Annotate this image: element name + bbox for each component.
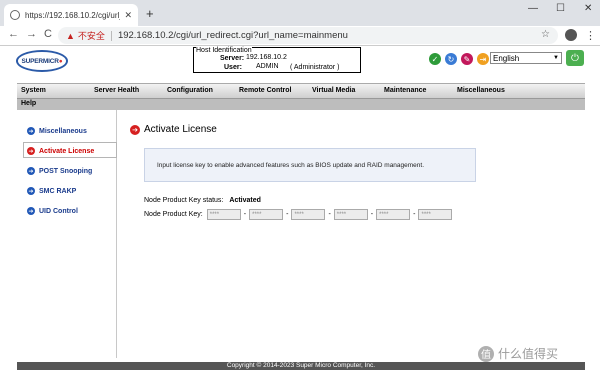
watermark-icon: 值 — [478, 345, 494, 362]
menu-miscellaneous[interactable]: Miscellaneous — [457, 87, 505, 94]
address-bar[interactable]: ▲ 不安全 192.168.10.2/cgi/url_redirect.cgi?… — [58, 27, 558, 44]
host-identification: Host Identification Server: 192.168.10.2… — [193, 47, 361, 73]
sub-menu: Help — [17, 99, 585, 110]
menu-help[interactable]: Help — [21, 100, 36, 107]
minimize-icon[interactable]: — — [528, 3, 538, 14]
insecure-label[interactable]: 不安全 — [78, 29, 105, 42]
user-value: ADMIN — [256, 63, 279, 70]
menu-system[interactable]: System — [21, 87, 46, 94]
copyright-text: Copyright © 2014-2023 Super Micro Comput… — [226, 362, 376, 369]
menu-remote-control[interactable]: Remote Control — [239, 87, 292, 94]
new-tab-button[interactable]: + — [146, 6, 154, 21]
key-status-row: Node Product Key status: Activated — [144, 197, 261, 204]
browser-toolbar: ← → C ▲ 不安全 192.168.10.2/cgi/url_redirec… — [0, 26, 600, 46]
arrow-icon: ➔ — [27, 127, 35, 135]
check-icon[interactable]: ✓ — [429, 53, 441, 65]
main-menu: System Server Health Configuration Remot… — [17, 83, 585, 99]
header-icons: ✓ ↻ ✎ ⇥ — [429, 53, 489, 65]
address-divider — [110, 30, 112, 41]
profile-avatar[interactable] — [565, 29, 577, 41]
arrow-icon: ➔ — [27, 167, 35, 175]
host-title: Host Identification — [196, 47, 252, 54]
watermark-text: 什么值得买 — [498, 347, 559, 361]
menu-maintenance[interactable]: Maintenance — [384, 87, 426, 94]
forward-icon[interactable]: → — [26, 28, 37, 40]
key-dash: - — [286, 211, 289, 218]
url-text[interactable]: 192.168.10.2/cgi/url_redirect.cgi?url_na… — [118, 30, 348, 41]
key-field-5[interactable]: **** — [376, 209, 411, 220]
globe-icon — [10, 10, 20, 20]
power-button[interactable]: ⏻ — [566, 50, 584, 66]
sidebar-item-post-snooping[interactable]: ➔ POST Snooping — [27, 167, 92, 175]
page-title-text: Activate License — [144, 124, 217, 135]
arrow-icon: ➔ — [130, 124, 140, 135]
back-icon[interactable]: ← — [8, 28, 19, 40]
menu-configuration[interactable]: Configuration — [167, 87, 213, 94]
key-dash: - — [413, 211, 416, 218]
sidebar-item-label: UID Control — [39, 207, 78, 215]
sidebar-item-activate-license[interactable]: ➔ Activate License — [27, 147, 94, 155]
page-title: ➔ Activate License — [130, 124, 217, 135]
sidebar-item-label: Miscellaneous — [39, 127, 87, 135]
key-dash: - — [370, 211, 374, 218]
logo-text: SUPERMICR — [21, 57, 59, 65]
status-value: Activated — [229, 197, 261, 204]
menu-server-health[interactable]: Server Health — [94, 87, 139, 94]
supermicro-logo: SUPERMICR ● — [16, 50, 68, 72]
bookmark-star-icon[interactable]: ☆ — [541, 29, 550, 40]
window-close-icon[interactable]: ✕ — [584, 3, 592, 14]
status-label: Node Product Key status: — [144, 197, 224, 204]
server-label: Server: — [220, 55, 245, 62]
key-field-4[interactable]: **** — [333, 209, 368, 220]
arrow-icon: ➔ — [27, 207, 35, 215]
sidebar-item-miscellaneous[interactable]: ➔ Miscellaneous — [27, 127, 87, 135]
user-role: ( Administrator ) — [290, 64, 340, 71]
arrow-icon: ➔ — [27, 147, 35, 155]
close-icon[interactable]: ✕ — [124, 10, 132, 21]
maximize-icon[interactable]: ☐ — [556, 3, 565, 14]
logo-dot: ● — [58, 57, 63, 65]
language-value: English — [493, 53, 520, 63]
tab-title: https://192.168.10.2/cgi/url_re — [25, 10, 121, 20]
key-label: Node Product Key: — [144, 211, 203, 218]
key-dash: - — [243, 211, 247, 218]
sidebar-item-smc-rakp[interactable]: ➔ SMC RAKP — [27, 187, 76, 195]
chevron-down-icon: ▼ — [553, 55, 559, 61]
key-field-6[interactable]: **** — [418, 209, 453, 220]
watermark: 值 什么值得买 — [478, 345, 558, 362]
browser-tab[interactable]: https://192.168.10.2/cgi/url_re ✕ — [4, 4, 138, 26]
sidebar-item-label: POST Snooping — [39, 167, 93, 175]
browser-menu-icon[interactable]: ⋮ — [585, 29, 596, 42]
key-field-3[interactable]: **** — [291, 209, 326, 220]
sidebar-item-label: Activate License — [39, 147, 95, 155]
key-field-2[interactable]: **** — [249, 209, 284, 220]
warning-icon: ▲ — [66, 30, 75, 41]
sidebar: ➔ Miscellaneous ➔ Activate License ➔ POS… — [17, 110, 117, 358]
server-value: 192.168.10.2 — [246, 54, 287, 61]
footer: Copyright © 2014-2023 Super Micro Comput… — [17, 362, 585, 370]
reload-icon[interactable]: C — [44, 28, 52, 40]
info-text: Input license key to enable advanced fea… — [157, 161, 425, 169]
sidebar-item-uid-control[interactable]: ➔ UID Control — [27, 207, 78, 215]
pen-icon[interactable]: ✎ — [461, 53, 473, 65]
info-box: Input license key to enable advanced fea… — [144, 148, 476, 182]
user-label: User: — [224, 64, 242, 71]
language-select[interactable]: English ▼ — [490, 52, 562, 64]
product-key-row: Node Product Key: **** - **** - **** - *… — [144, 209, 453, 220]
menu-virtual-media[interactable]: Virtual Media — [312, 87, 355, 94]
key-dash: - — [328, 211, 331, 218]
logout-icon[interactable]: ⇥ — [477, 53, 489, 65]
browser-tabstrip: https://192.168.10.2/cgi/url_re ✕ + — ☐ … — [0, 0, 600, 26]
key-field-1[interactable]: **** — [206, 209, 241, 220]
sidebar-item-label: SMC RAKP — [39, 187, 77, 195]
refresh-icon[interactable]: ↻ — [445, 53, 457, 65]
arrow-icon: ➔ — [27, 187, 35, 195]
